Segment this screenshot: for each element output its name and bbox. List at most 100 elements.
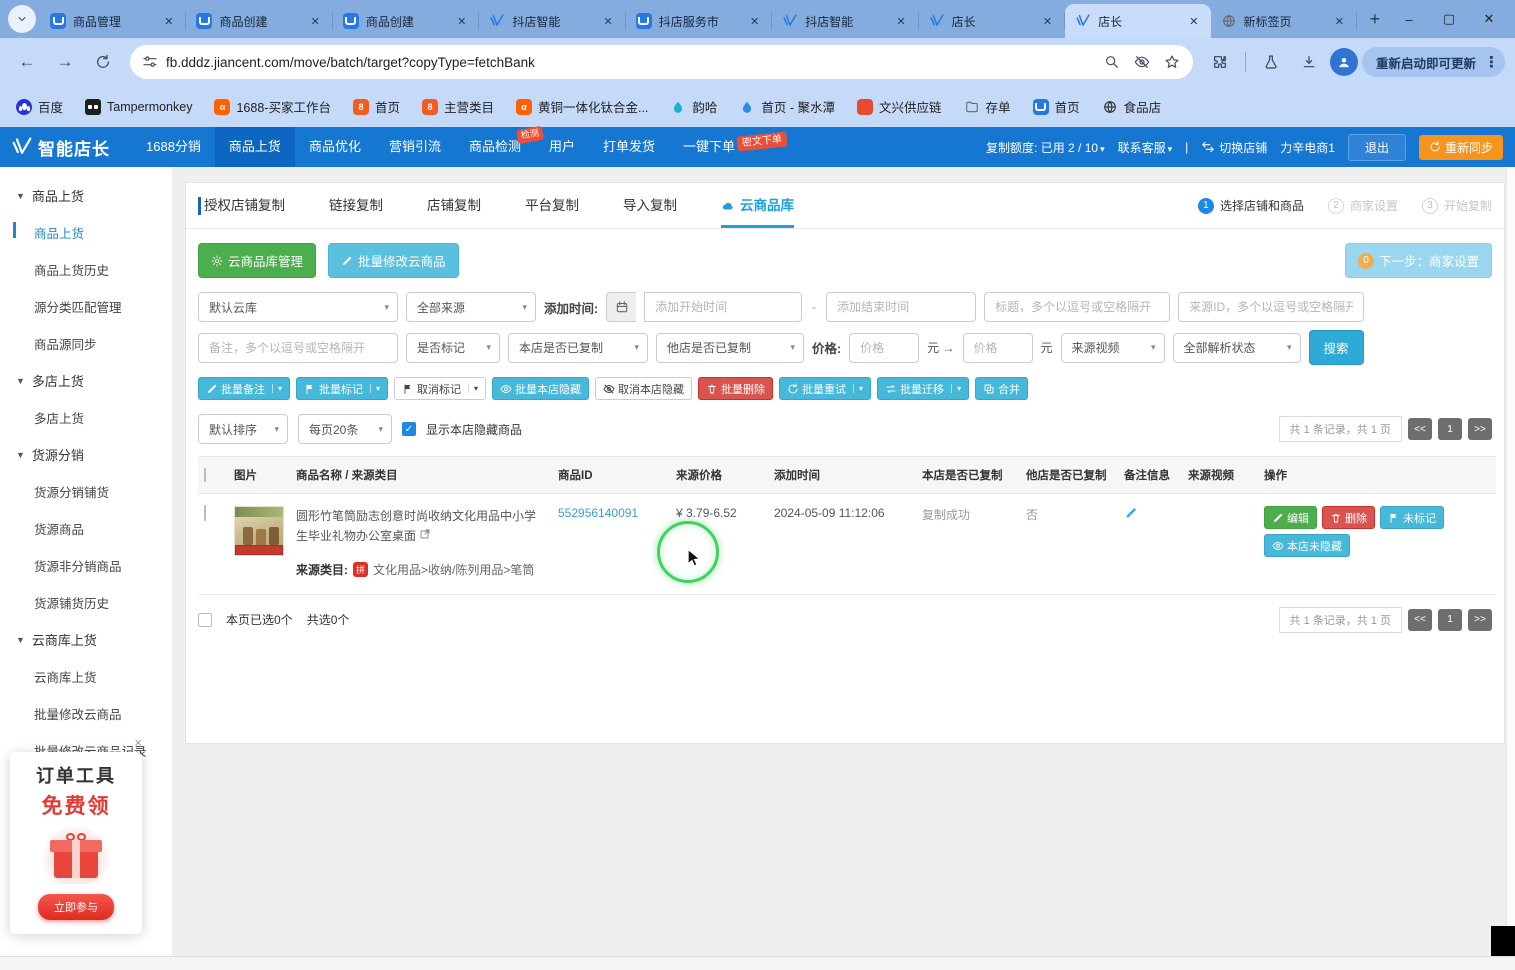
cloud-library-manage-button[interactable]: 云商品库管理 — [198, 243, 316, 278]
profile-avatar[interactable] — [1330, 48, 1358, 76]
chevron-down-icon[interactable]: ▾ — [951, 384, 961, 393]
chevron-down-icon[interactable]: ▾ — [468, 384, 478, 393]
new-tab-button[interactable]: + — [1361, 5, 1389, 33]
tab-close-icon[interactable]: ✕ — [746, 13, 763, 30]
maximize-icon[interactable]: ▢ — [1429, 11, 1469, 27]
product-id-link[interactable]: 552956140091 — [558, 506, 638, 520]
browser-tab[interactable]: 商品创建 ✕ — [333, 4, 478, 38]
parse-status-select[interactable]: 全部解析状态▾ — [1173, 333, 1301, 363]
sort-select[interactable]: 默认排序▾ — [198, 414, 288, 444]
browser-tab[interactable]: 新标签页 ✕ — [1211, 4, 1356, 38]
browser-tab[interactable]: 抖店智能 ✕ — [772, 4, 917, 38]
resync-button[interactable]: 重新同步 — [1419, 135, 1503, 160]
batch-edit-cloud-button[interactable]: 批量修改云商品 — [328, 243, 459, 278]
nav-item-product-optimize[interactable]: 商品优化 — [295, 127, 375, 167]
forward-button[interactable]: → — [48, 45, 82, 79]
bookmark-item[interactable]: 韵哈 — [670, 97, 717, 116]
sidebar-group-product-upload[interactable]: ▼商品上货 — [0, 177, 172, 214]
page-number-button[interactable]: 1 — [1438, 418, 1462, 440]
browser-tab[interactable]: 商品创建 ✕ — [186, 4, 331, 38]
bookmark-star-icon[interactable] — [1157, 47, 1187, 77]
bookmark-item[interactable]: 食品店 — [1102, 97, 1162, 116]
unmarked-button[interactable]: 未标记 — [1380, 506, 1444, 529]
kebab-menu-icon[interactable]: ⋮ — [1484, 53, 1499, 71]
sidebar-item-shelf-history[interactable]: 货源铺货历史 — [0, 584, 172, 621]
tab-authorized-shop-copy[interactable]: 授权店铺复制 — [204, 184, 285, 228]
note-filter-input[interactable] — [198, 333, 398, 363]
price-min-input[interactable] — [849, 333, 919, 363]
product-image[interactable] — [234, 506, 284, 556]
source-video-select[interactable]: 来源视频▾ — [1061, 333, 1165, 363]
page-number-button[interactable]: 1 — [1438, 609, 1462, 631]
prev-page-button[interactable]: << — [1408, 418, 1432, 440]
promo-card[interactable]: × 订单工具 免费领 立即参与 — [10, 752, 142, 934]
tab-close-icon[interactable]: ✕ — [1331, 13, 1348, 30]
calendar-icon[interactable] — [606, 292, 636, 322]
mark-select[interactable]: 是否标记▾ — [406, 333, 500, 363]
back-button[interactable]: ← — [10, 45, 44, 79]
sidebar-item-upload-history[interactable]: 商品上货历史 — [0, 251, 172, 288]
tab-import-copy[interactable]: 导入复制 — [623, 184, 677, 228]
minimize-icon[interactable]: – — [1389, 12, 1429, 27]
bookmark-item[interactable]: 8首页 — [353, 97, 400, 116]
reload-button[interactable] — [86, 45, 120, 79]
site-settings-icon[interactable] — [142, 54, 158, 70]
end-time-input[interactable] — [826, 292, 976, 322]
delete-button[interactable]: 删除 — [1322, 506, 1375, 529]
show-hidden-checkbox[interactable]: ✓ — [402, 422, 416, 436]
app-logo[interactable]: 智能店长 — [12, 135, 110, 160]
batch-retry-button[interactable]: 批量重试▾ — [779, 377, 871, 400]
bookmark-item[interactable]: 首页 - 聚水潭 — [739, 97, 835, 116]
next-step-button[interactable]: 0下一步：商家设置 — [1345, 243, 1492, 278]
sidebar-group-multi-shop[interactable]: ▼多店上货 — [0, 362, 172, 399]
url-text[interactable]: fb.dddz.jiancent.com/move/batch/target?c… — [166, 55, 1097, 70]
close-icon[interactable]: ✕ — [1469, 11, 1509, 27]
bookmark-item[interactable]: 存单 — [964, 97, 1011, 116]
batch-migrate-button[interactable]: 批量迁移▾ — [877, 377, 969, 400]
product-name[interactable]: 圆形竹笔筒励志创意时尚收纳文化用品中小学生毕业礼物办公室桌面 — [296, 506, 546, 547]
vertical-scrollbar-track[interactable] — [1506, 167, 1515, 956]
sidebar-item-non-distribution[interactable]: 货源非分销商品 — [0, 547, 172, 584]
tab-close-icon[interactable]: ✕ — [1185, 13, 1202, 30]
bookmark-item[interactable]: 首页 — [1033, 97, 1080, 116]
other-copied-select[interactable]: 他店是否已复制▾ — [656, 333, 804, 363]
address-bar[interactable]: fb.dddz.jiancent.com/move/batch/target?c… — [130, 45, 1193, 79]
sidebar-group-distribution[interactable]: ▼货源分销 — [0, 436, 172, 473]
labs-flask-icon[interactable] — [1254, 45, 1288, 79]
browser-tab[interactable]: 店长 ✕ — [919, 4, 1064, 38]
batch-mark-button[interactable]: 批量标记▾ — [296, 377, 388, 400]
bookmark-item[interactable]: 百度 — [16, 97, 63, 116]
promo-close-icon[interactable]: × — [134, 735, 142, 750]
footer-select-checkbox[interactable] — [198, 613, 212, 627]
tab-close-icon[interactable]: ✕ — [160, 13, 177, 30]
logout-button[interactable]: 退出 — [1348, 134, 1406, 161]
chevron-down-icon[interactable]: ▾ — [370, 384, 380, 393]
source-id-filter-input[interactable] — [1178, 292, 1364, 322]
sidebar-item-multi-shop-upload[interactable]: 多店上货 — [0, 399, 172, 436]
sidebar-item-batch-edit-cloud[interactable]: 批量修改云商品 — [0, 695, 172, 732]
nav-item-users[interactable]: 用户 — [535, 127, 589, 167]
browser-tab-active[interactable]: 店长 ✕ — [1065, 4, 1210, 38]
zoom-icon[interactable] — [1097, 47, 1127, 77]
nav-item-marketing[interactable]: 营销引流 — [375, 127, 455, 167]
chevron-down-icon[interactable]: ▾ — [272, 384, 282, 393]
tab-close-icon[interactable]: ✕ — [892, 13, 909, 30]
browser-update-button[interactable]: 重新启动即可更新 ⋮ — [1362, 47, 1505, 77]
tab-link-copy[interactable]: 链接复制 — [329, 184, 383, 228]
tab-close-icon[interactable]: ✕ — [307, 13, 324, 30]
next-page-button[interactable]: >> — [1468, 609, 1492, 631]
extensions-icon[interactable] — [1203, 45, 1237, 79]
tab-search-button[interactable] — [8, 5, 36, 33]
title-filter-input[interactable] — [984, 292, 1170, 322]
chevron-down-icon[interactable]: ▾ — [853, 384, 863, 393]
batch-hide-button[interactable]: 批量本店隐藏 — [492, 377, 589, 400]
nav-item-one-click-order[interactable]: 一键下单密文下单 — [669, 127, 801, 167]
contact-support[interactable]: 联系客服▾ — [1118, 139, 1173, 156]
bookmark-item[interactable]: α1688-买家工作台 — [214, 97, 330, 116]
sidebar-item-distribution-shelf[interactable]: 货源分销铺货 — [0, 473, 172, 510]
sidebar-group-cloud-upload[interactable]: ▼云商库上货 — [0, 621, 172, 658]
sidebar-item-cloud-upload[interactable]: 云商库上货 — [0, 658, 172, 695]
cloud-library-select[interactable]: 默认云库▾ — [198, 292, 398, 322]
promo-join-button[interactable]: 立即参与 — [38, 894, 114, 920]
tab-platform-copy[interactable]: 平台复制 — [525, 184, 579, 228]
